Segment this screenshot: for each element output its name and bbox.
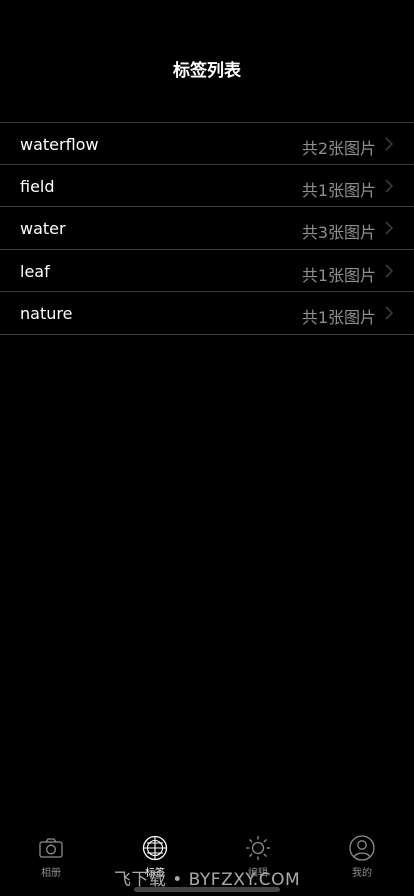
chevron-right-icon: [385, 306, 394, 320]
tag-row[interactable]: leaf 共1张图片: [0, 250, 414, 292]
page-title: 标签列表: [173, 61, 241, 81]
chevron-right-icon: [385, 137, 394, 151]
tag-count: 共3张图片: [301, 223, 376, 242]
navigation-bar: 标签列表: [0, 0, 414, 110]
tag-row[interactable]: field 共1张图片: [0, 165, 414, 207]
tag-count: 共1张图片: [301, 265, 376, 285]
tag-count: 共1张图片: [301, 180, 376, 200]
tag-list: waterflow 共2张图片 field 共1张图片 water 共3张图片 …: [0, 122, 414, 335]
tag-name: waterflow: [20, 135, 99, 154]
tag-count: 共1张图片: [301, 308, 376, 327]
watermark: 飞下载 • BYFZXY.COM: [113, 870, 301, 890]
tag-row[interactable]: water 共3张图片: [0, 207, 414, 250]
tag-row[interactable]: waterflow 共2张图片: [0, 122, 414, 165]
user-icon: [349, 835, 375, 861]
camera-icon: [39, 838, 63, 858]
chevron-right-icon: [385, 221, 394, 235]
tag-count: 共2张图片: [301, 139, 376, 158]
tag-name: leaf: [20, 261, 50, 281]
chevron-right-icon: [385, 178, 394, 193]
tag-row[interactable]: nature 共1张图片: [0, 292, 414, 335]
tag-name: water: [20, 219, 66, 238]
chevron-right-icon: [385, 263, 394, 278]
sun-icon: [246, 836, 270, 860]
tag-name: nature: [20, 304, 73, 323]
tag-name: field: [20, 176, 55, 196]
tag-globe-icon: [142, 835, 168, 861]
